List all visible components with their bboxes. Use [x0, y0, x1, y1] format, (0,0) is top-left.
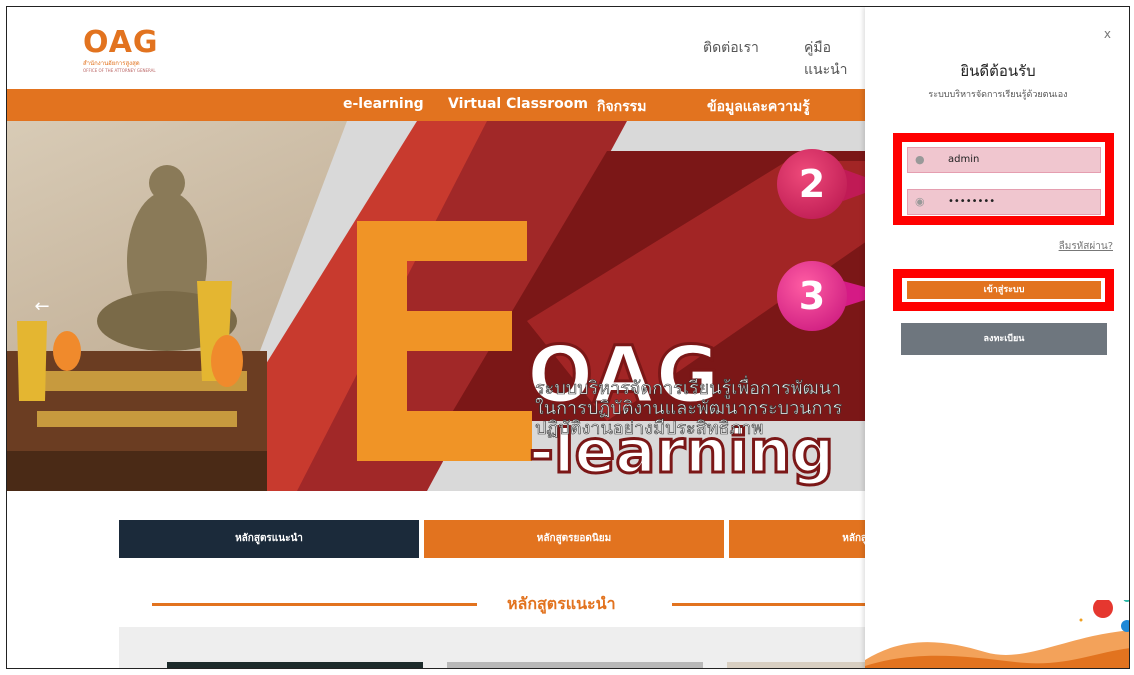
- course-thumbnail[interactable]: [727, 662, 867, 668]
- logo-subtitle: สำนักงานอัยการสูงสุด: [83, 60, 140, 67]
- eye-icon[interactable]: ◉: [915, 195, 925, 208]
- site-header: OAG สำนักงานอัยการสูงสุด OFFICE OF THE A…: [7, 7, 867, 89]
- browser-frame: OAG สำนักงานอัยการสูงสุด OFFICE OF THE A…: [6, 6, 1130, 669]
- tab-popular[interactable]: หลักสูตรยอดนิยม: [424, 520, 724, 558]
- register-button[interactable]: ลงทะเบียน: [901, 323, 1107, 355]
- step-2-badge: 2: [777, 149, 847, 219]
- nav-item-activities[interactable]: กิจกรรม: [597, 96, 646, 118]
- step-3-badge: 3: [777, 261, 847, 331]
- course-thumbnail[interactable]: [167, 662, 423, 668]
- nav-item-elearning[interactable]: e-learning: [343, 96, 424, 112]
- section-divider-left: [152, 603, 477, 606]
- section-title: หลักสูตรแนะนำ: [507, 594, 616, 613]
- welcome-title: ยินดีต้อนรับ: [960, 62, 1036, 80]
- hero-subtitle-line: ระบบบริหารจัดการเรียนรู้เพื่อการพัฒนา: [535, 378, 842, 399]
- contact-link[interactable]: ติดต่อเรา: [703, 37, 759, 59]
- course-tabs: หลักสูตรแนะนำ หลักสูตรยอดนิยม หลักสูตร: [119, 520, 879, 558]
- nav-item-virtual-classroom[interactable]: Virtual Classroom: [448, 96, 588, 112]
- password-value: ••••••••: [948, 196, 996, 207]
- hero-subtitle: ระบบบริหารจัดการเรียนรู้เพื่อการพัฒนา ใน…: [535, 378, 843, 439]
- section-heading: หลักสูตรแนะนำ: [152, 592, 867, 616]
- username-field[interactable]: ● admin: [907, 147, 1101, 173]
- welcome-subtitle: ระบบบริหารจัดการเรียนรู้ด้วยตนเอง: [928, 90, 1068, 100]
- course-list: [119, 627, 879, 668]
- carousel-prev-icon[interactable]: ←: [31, 296, 53, 318]
- manual-link[interactable]: คู่มือแนะนำ: [804, 37, 867, 81]
- forgot-password-link[interactable]: ลืมรหัสผ่าน?: [1059, 239, 1113, 254]
- hero-subtitle-line: ปฏิบัติงานอย่างมีประสิทธิภาพ: [535, 418, 764, 439]
- close-icon[interactable]: x: [1104, 27, 1111, 41]
- login-button[interactable]: เข้าสู่ระบบ: [907, 281, 1101, 299]
- logo-subtitle-en: OFFICE OF THE ATTORNEY GENERAL: [83, 68, 156, 73]
- hero-banner: ← OAG -learning ระบบบริหารจัดการเรียนรู้…: [7, 121, 867, 491]
- user-icon: ●: [915, 153, 925, 166]
- tab-recommended[interactable]: หลักสูตรแนะนำ: [119, 520, 419, 558]
- main-nav: e-learning Virtual Classroom กิจกรรม ข้อ…: [7, 89, 867, 121]
- course-thumbnail[interactable]: [447, 662, 703, 668]
- nav-item-knowledge[interactable]: ข้อมูลและความรู้: [707, 96, 810, 118]
- password-field[interactable]: ◉ ••••••••: [907, 189, 1101, 215]
- decorative-waves: [865, 600, 1129, 668]
- logo-text: OAG: [83, 25, 159, 60]
- site-logo[interactable]: OAG สำนักงานอัยการสูงสุด OFFICE OF THE A…: [83, 25, 173, 75]
- tab-courses[interactable]: หลักสูตร: [729, 520, 879, 558]
- login-panel: x ยินดีต้อนรับ ระบบบริหารจัดการเรียนรู้ด…: [865, 7, 1129, 668]
- hero-subtitle-line: ในการปฏิบัติงานและพัฒนากระบวนการ: [535, 398, 843, 419]
- section-divider-right: [672, 603, 867, 606]
- username-value: admin: [948, 154, 980, 165]
